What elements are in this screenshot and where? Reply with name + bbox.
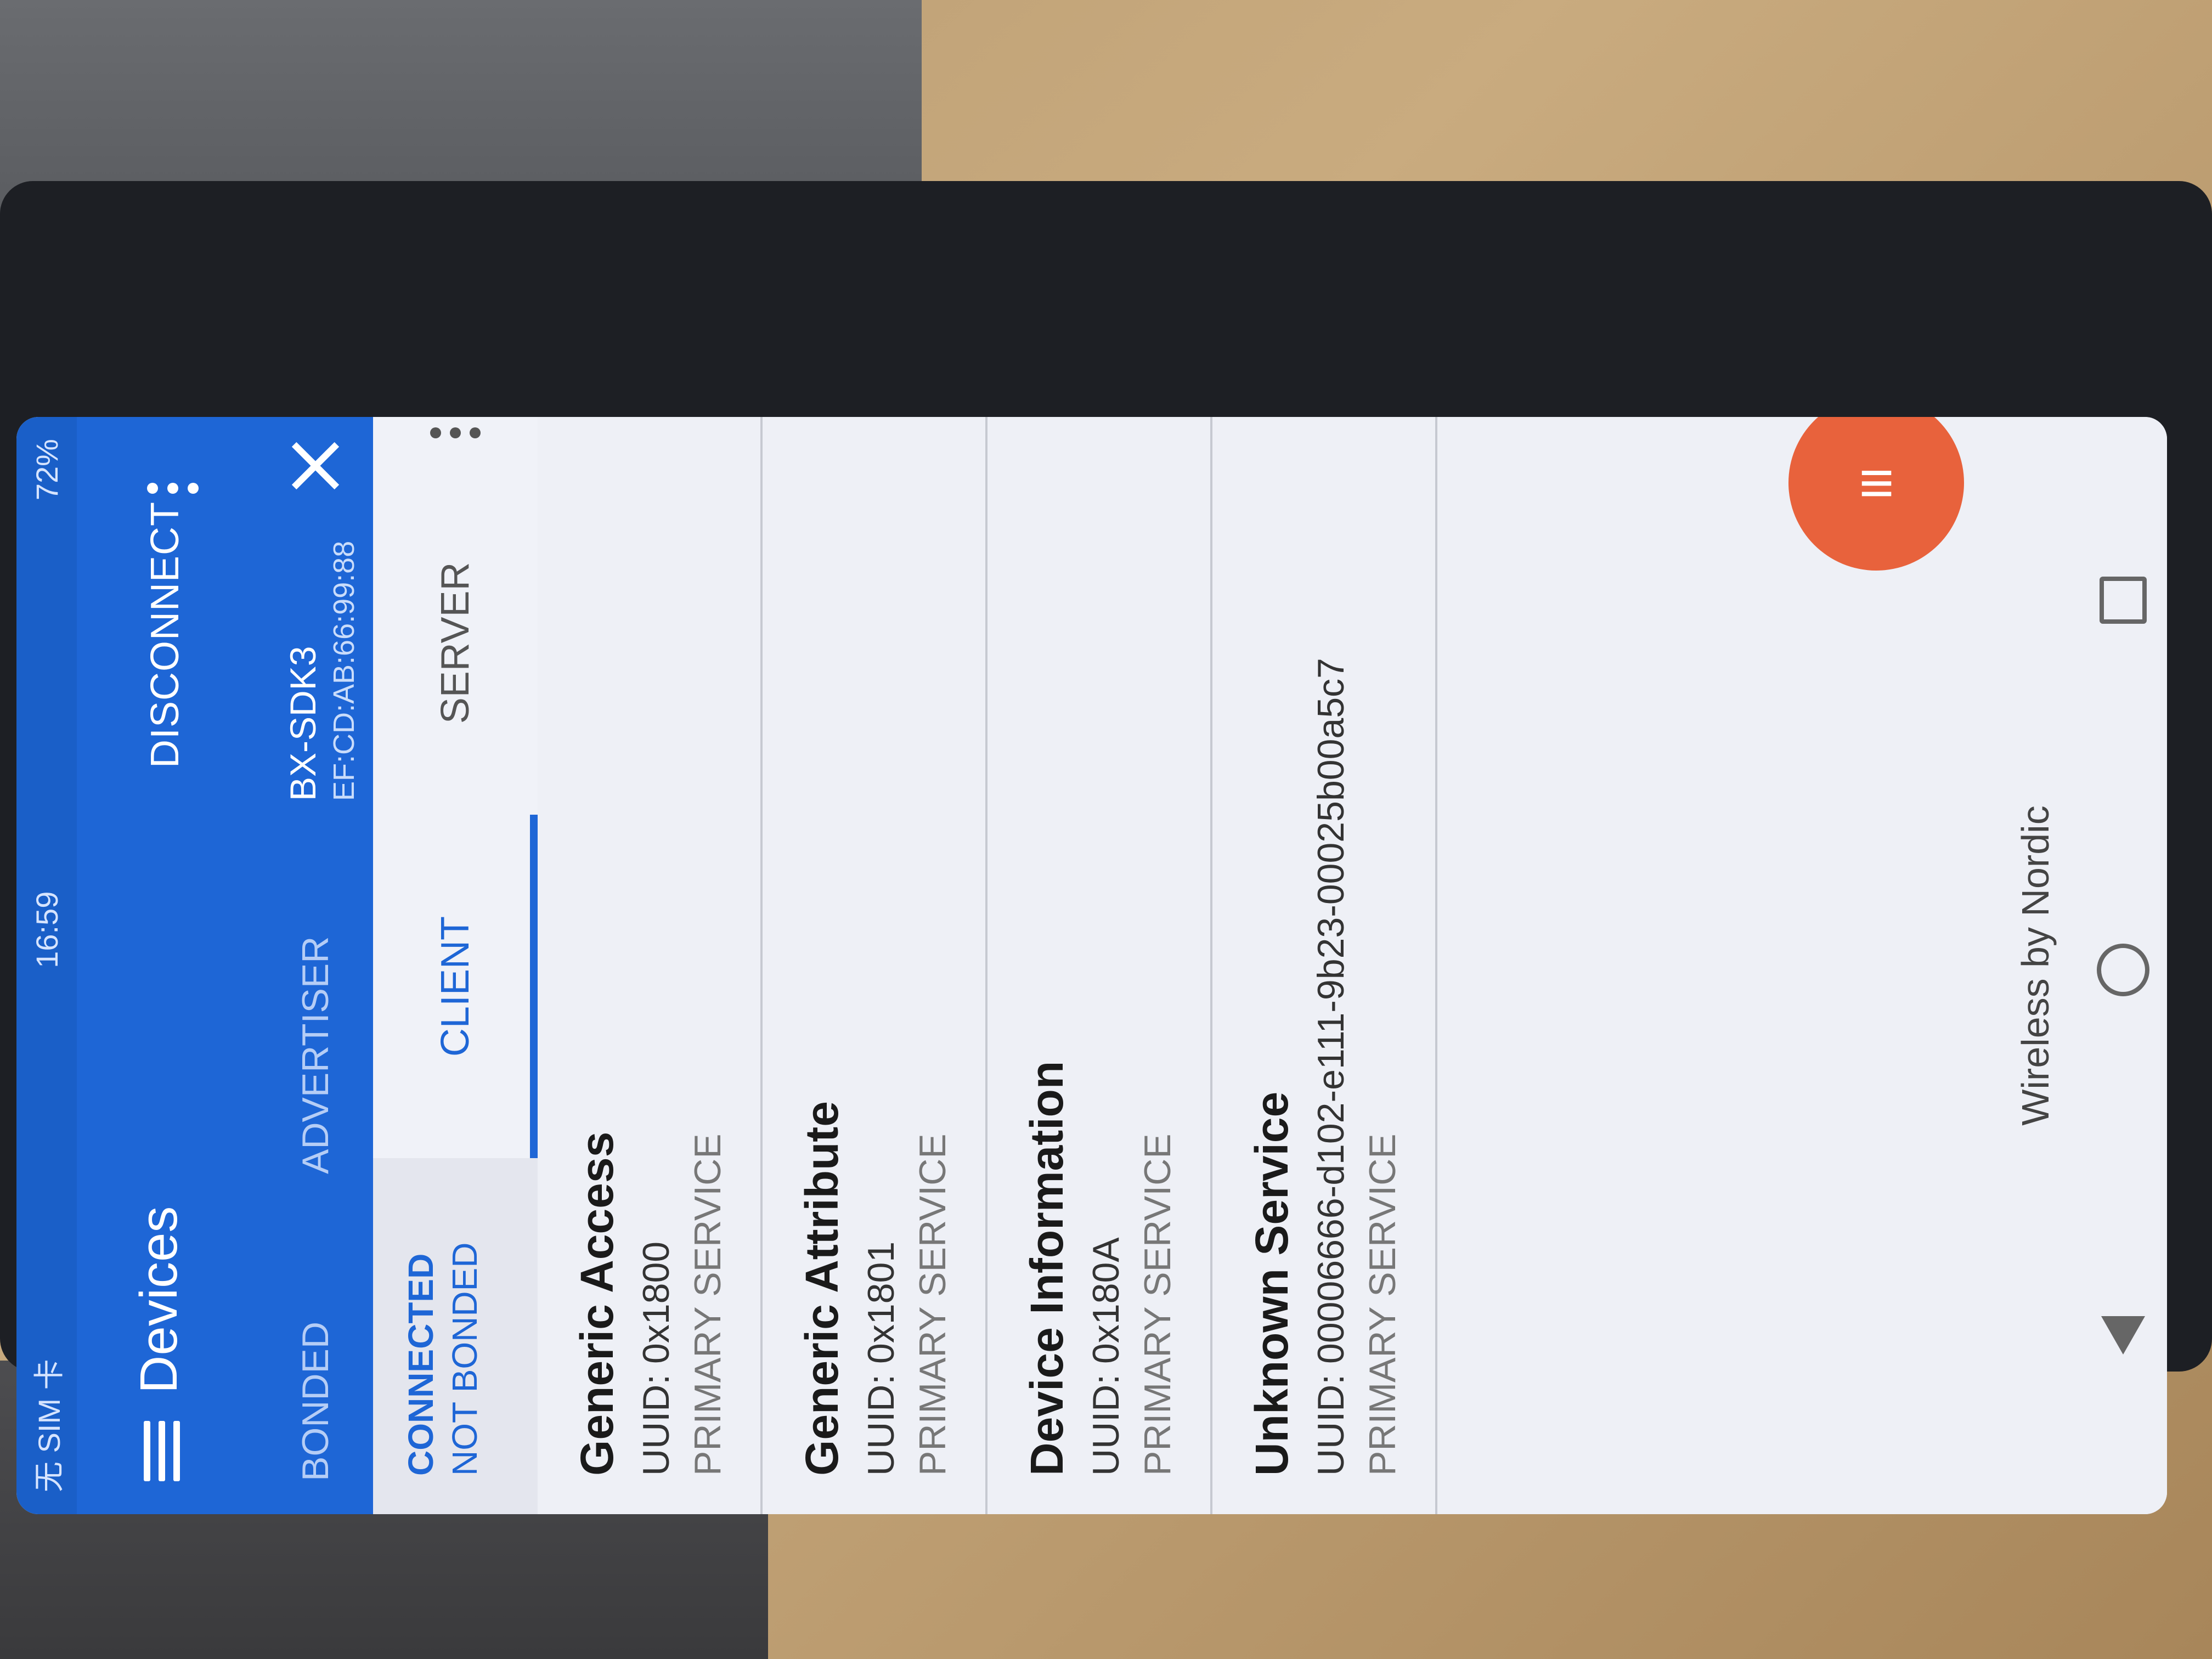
service-type: PRIMARY SERVICE: [1362, 1133, 1403, 1476]
system-navbar: [2085, 417, 2162, 1514]
service-uuid: UUID: 0x1800: [635, 1241, 677, 1476]
log-icon: ≡: [1858, 449, 1894, 517]
service-uuid: UUID: 0x1801: [860, 1241, 902, 1476]
clock: 16:59: [29, 891, 64, 968]
back-icon[interactable]: [2101, 1316, 2145, 1355]
connection-status: CONNECTED NOT BONDED: [373, 1158, 538, 1514]
page-title: Devices: [129, 1206, 188, 1393]
service-list: Generic Access UUID: 0x1800 PRIMARY SERV…: [538, 417, 1437, 1514]
connection-subbar: CONNECTED NOT BONDED CLIENT SERVER: [373, 417, 538, 1514]
bond-state: NOT BONDED: [445, 1242, 484, 1476]
list-item[interactable]: Unknown Service UUID: 00006666-d102-e111…: [1212, 417, 1437, 1514]
tab-bonded[interactable]: BONDED: [258, 1207, 373, 1514]
tab-server[interactable]: SERVER: [373, 471, 538, 815]
phone-screen: 无 SIM 卡 16:59 72% Devices DISCONNECT BON…: [16, 417, 2167, 1514]
list-item[interactable]: Device Information UUID: 0x180A PRIMARY …: [988, 417, 1212, 1514]
tab-device[interactable]: BX-SDK3 EF:CD:AB:66:99:88: [258, 417, 373, 823]
close-icon[interactable]: [285, 439, 340, 494]
service-name: Unknown Service: [1246, 1091, 1297, 1476]
phone-body: 无 SIM 卡 16:59 72% Devices DISCONNECT BON…: [0, 181, 2212, 1514]
service-uuid: UUID: 00006666-d102-e111-9b23-00025b00a5…: [1310, 658, 1352, 1476]
device-overflow-icon[interactable]: [373, 417, 538, 449]
service-name: Generic Attribute: [796, 1101, 848, 1476]
log-fab-button[interactable]: ≡: [1788, 417, 1964, 571]
disconnect-button[interactable]: DISCONNECT: [143, 501, 188, 768]
tab-client[interactable]: CLIENT: [373, 815, 538, 1158]
connection-state: CONNECTED: [401, 1253, 441, 1476]
carrier-label: 无 SIM 卡: [31, 1359, 66, 1492]
nordic-branding: Wireless by Nordic: [2014, 805, 2057, 1126]
recent-apps-icon[interactable]: [2100, 577, 2147, 624]
app-screen: 无 SIM 卡 16:59 72% Devices DISCONNECT BON…: [16, 417, 2167, 1514]
app-bar: Devices DISCONNECT: [77, 417, 258, 1514]
service-name: Generic Access: [571, 1131, 623, 1476]
overflow-menu-icon[interactable]: [143, 477, 203, 499]
battery-level: 72%: [29, 439, 64, 501]
service-type: PRIMARY SERVICE: [1137, 1133, 1178, 1476]
service-uuid: UUID: 0x180A: [1085, 1237, 1127, 1476]
footer: Wireless by Nordic: [1991, 417, 2167, 1514]
tab-advertiser[interactable]: ADVERTISER: [258, 823, 373, 1207]
status-bar: 无 SIM 卡 16:59 72%: [16, 417, 77, 1514]
home-icon[interactable]: [2097, 944, 2149, 997]
service-type: PRIMARY SERVICE: [687, 1133, 729, 1476]
device-tabs: BONDED ADVERTISER BX-SDK3 EF:CD:AB:66:99…: [258, 417, 373, 1514]
service-name: Device Information: [1021, 1060, 1073, 1476]
list-item[interactable]: Generic Access UUID: 0x1800 PRIMARY SERV…: [538, 417, 763, 1514]
list-item[interactable]: Generic Attribute UUID: 0x1801 PRIMARY S…: [763, 417, 988, 1514]
service-type: PRIMARY SERVICE: [912, 1133, 953, 1476]
menu-icon[interactable]: [132, 1421, 192, 1481]
